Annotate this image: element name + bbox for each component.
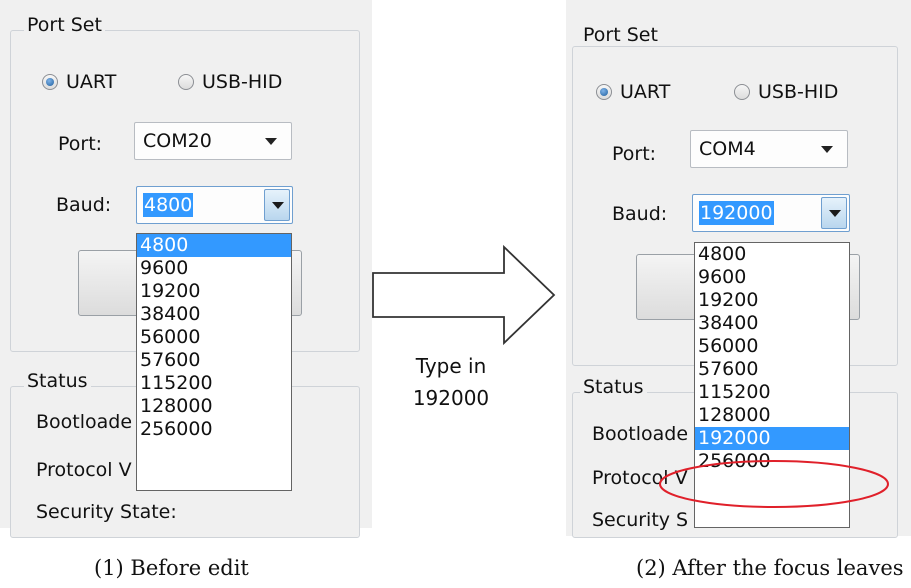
right-radio-usb-hid-label: USB-HID bbox=[758, 81, 839, 103]
left-radio-usb-hid[interactable] bbox=[178, 74, 194, 90]
right-arrow-icon bbox=[372, 244, 556, 346]
left-baud-option[interactable]: 9600 bbox=[137, 257, 291, 280]
right-baud-option[interactable]: 128000 bbox=[695, 404, 849, 427]
left-baud-option[interactable]: 128000 bbox=[137, 395, 291, 418]
type-in-line2: 192000 bbox=[412, 386, 490, 410]
right-baud-option-selected[interactable]: 192000 bbox=[695, 427, 849, 450]
left-baud-input[interactable]: 4800 bbox=[143, 193, 194, 217]
left-port-select[interactable]: COM20 bbox=[134, 122, 292, 160]
left-baud-option[interactable]: 4800 bbox=[137, 234, 291, 257]
left-baud-dropdown-button[interactable] bbox=[264, 189, 290, 221]
left-baud-option[interactable]: 19200 bbox=[137, 280, 291, 303]
left-status-bootloader: Bootloade bbox=[36, 411, 133, 433]
right-port-label: Port: bbox=[612, 143, 657, 165]
type-in-line1: Type in bbox=[415, 354, 487, 378]
left-baud-combo[interactable]: 4800 bbox=[136, 186, 293, 224]
right-status-bootloader: Bootloade bbox=[592, 423, 689, 445]
right-baud-label: Baud: bbox=[612, 203, 668, 225]
right-port-chevron-down-icon[interactable] bbox=[821, 146, 833, 153]
left-port-chevron-down-icon[interactable] bbox=[265, 138, 277, 145]
left-baud-dropdown-list: 4800 9600 19200 38400 56000 57600 115200… bbox=[136, 233, 292, 491]
right-radio-usb-hid[interactable] bbox=[734, 84, 750, 100]
left-status-protocol: Protocol V bbox=[36, 459, 132, 481]
right-baud-option[interactable]: 19200 bbox=[695, 289, 849, 312]
left-port-set-label: Port Set bbox=[24, 14, 105, 36]
right-radio-uart-label: UART bbox=[620, 81, 671, 103]
right-status-label: Status bbox=[580, 376, 647, 398]
left-baud-option[interactable]: 57600 bbox=[137, 349, 291, 372]
left-status-label: Status bbox=[24, 370, 91, 392]
left-port-label: Port: bbox=[58, 133, 103, 155]
right-port-set-label: Port Set bbox=[580, 24, 661, 46]
left-radio-uart[interactable] bbox=[42, 74, 58, 90]
left-caption: (1) Before edit bbox=[94, 556, 249, 580]
right-baud-input[interactable]: 192000 bbox=[699, 201, 774, 225]
type-in-instruction: Type in 192000 bbox=[396, 350, 506, 414]
left-radio-uart-label: UART bbox=[66, 71, 117, 93]
right-baud-dropdown-button[interactable] bbox=[821, 197, 847, 229]
left-port-value: COM20 bbox=[143, 130, 212, 152]
right-baud-option[interactable]: 56000 bbox=[695, 335, 849, 358]
highlight-ellipse bbox=[659, 460, 889, 508]
right-baud-option[interactable]: 9600 bbox=[695, 266, 849, 289]
left-baud-label: Baud: bbox=[56, 194, 112, 216]
left-baud-option[interactable]: 38400 bbox=[137, 303, 291, 326]
left-baud-option[interactable]: 56000 bbox=[137, 326, 291, 349]
right-baud-option[interactable]: 115200 bbox=[695, 381, 849, 404]
left-baud-option[interactable]: 115200 bbox=[137, 372, 291, 395]
left-status-security: Security State: bbox=[36, 501, 177, 523]
right-status-security: Security S bbox=[592, 509, 689, 531]
right-radio-uart[interactable] bbox=[596, 84, 612, 100]
left-radio-usb-hid-label: USB-HID bbox=[202, 71, 283, 93]
right-caption: (2) After the focus leaves bbox=[636, 556, 904, 580]
right-baud-option[interactable]: 4800 bbox=[695, 243, 849, 266]
right-port-value: COM4 bbox=[699, 138, 756, 160]
right-baud-combo[interactable]: 192000 bbox=[692, 194, 850, 232]
left-baud-option[interactable]: 256000 bbox=[137, 418, 291, 441]
right-baud-option[interactable]: 57600 bbox=[695, 358, 849, 381]
right-baud-option[interactable]: 38400 bbox=[695, 312, 849, 335]
right-port-select[interactable]: COM4 bbox=[690, 130, 848, 168]
